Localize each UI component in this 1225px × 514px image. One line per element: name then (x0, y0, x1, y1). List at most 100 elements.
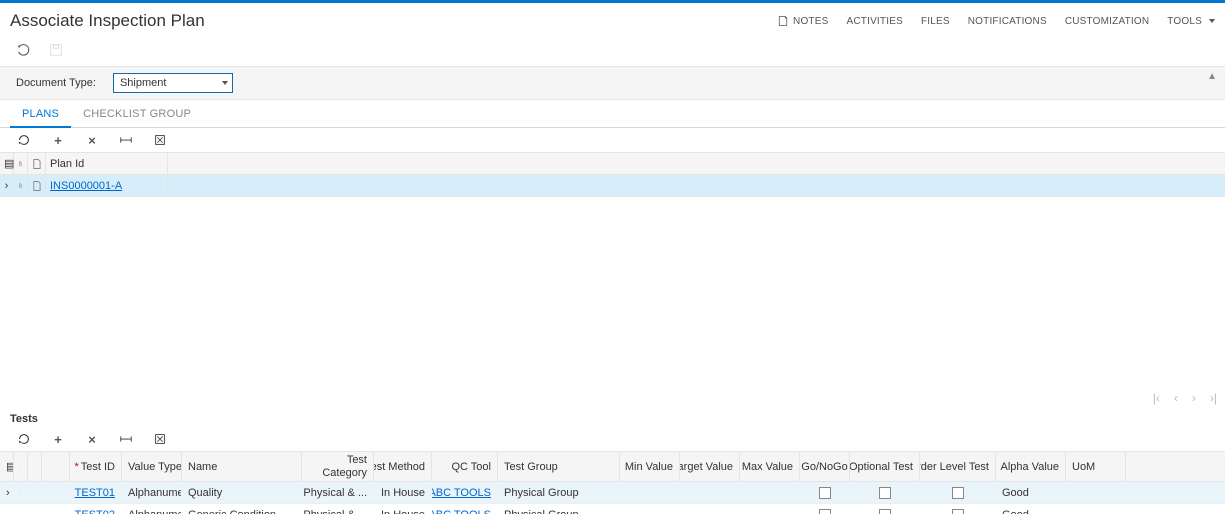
col-uom[interactable]: UoM (1066, 452, 1126, 481)
cell-name: Quality (182, 482, 302, 503)
row-doc[interactable] (28, 175, 46, 196)
doc-icon (34, 487, 35, 499)
col-test-category[interactable]: Test Category (302, 452, 374, 481)
tests-row[interactable]: TEST02 Alphanumeric Generic Condition Ph… (0, 504, 1225, 514)
cell-min-value (620, 482, 680, 503)
col-min-value[interactable]: Min Value (620, 452, 680, 481)
col-target-value[interactable]: Target Value (680, 452, 740, 481)
cell-min-value (620, 504, 680, 514)
col-name[interactable]: Name (182, 452, 302, 481)
row-expand[interactable]: › (0, 175, 14, 196)
pager-first[interactable]: |‹ (1153, 391, 1160, 405)
row-doc[interactable] (28, 482, 42, 503)
tests-title: Tests (0, 409, 1225, 427)
export-icon (153, 133, 167, 147)
activities-link[interactable]: ACTIVITIES (846, 16, 902, 27)
checkbox-icon[interactable] (879, 487, 891, 499)
notes-link[interactable]: NOTES (777, 15, 828, 27)
tests-export-button[interactable] (152, 431, 168, 447)
col-gap (42, 452, 70, 481)
col-doc (28, 452, 42, 481)
col-test-id[interactable]: *Test ID (70, 452, 122, 481)
pager-last[interactable]: ›| (1210, 391, 1217, 405)
col-expand: ▤ (0, 153, 14, 174)
tests-row[interactable]: › TEST01 Alphanumeric Quality Physical &… (0, 482, 1225, 504)
plans-empty-area (0, 197, 1225, 387)
cell-test-id[interactable]: TEST02 (70, 504, 122, 514)
tests-toolbar: + × (0, 427, 1225, 451)
cell-value-type: Alphanumeric (122, 482, 182, 503)
tests-delete-button[interactable]: × (84, 431, 100, 447)
panel-collapse-button[interactable]: ▲ (1207, 71, 1217, 82)
refresh-icon (17, 432, 31, 446)
checkbox-icon[interactable] (952, 509, 964, 514)
cell-alpha-value: Good (996, 504, 1066, 514)
export-button[interactable] (152, 132, 168, 148)
row-attach[interactable] (14, 482, 28, 503)
cell-gonogo[interactable] (800, 504, 850, 514)
cell-qc-tool[interactable]: ABC TOOLS (432, 482, 498, 503)
cell-optional-test[interactable] (850, 504, 920, 514)
tests-header: ▤ *Test ID Value Type Name Test Category… (0, 452, 1225, 482)
pager-next[interactable]: › (1192, 391, 1196, 405)
cell-qc-tool[interactable]: ABC TOOLS (432, 504, 498, 514)
caret-down-icon (1209, 19, 1215, 23)
col-test-method[interactable]: Test Method (374, 452, 432, 481)
col-order-level-test[interactable]: Order Level Test (920, 452, 996, 481)
checkbox-icon[interactable] (819, 509, 831, 514)
cell-target-value (680, 482, 740, 503)
plan-id-cell[interactable]: INS0000001-A (46, 175, 168, 196)
cell-gonogo[interactable] (800, 482, 850, 503)
row-expand[interactable]: › (0, 482, 14, 503)
tests-add-button[interactable]: + (50, 431, 66, 447)
undo-button[interactable] (12, 41, 34, 59)
doc-type-select[interactable]: Shipment (113, 73, 233, 93)
tests-fit-button[interactable] (118, 431, 134, 447)
col-gonogo[interactable]: Go/NoGo (800, 452, 850, 481)
plan-id-link[interactable]: INS0000001-A (50, 180, 122, 192)
undo-icon (16, 43, 30, 57)
cell-optional-test[interactable] (850, 482, 920, 503)
cell-order-level-test[interactable] (920, 482, 996, 503)
cell-uom (1066, 504, 1126, 514)
add-button[interactable]: + (50, 132, 66, 148)
customization-link[interactable]: CUSTOMIZATION (1065, 16, 1149, 27)
row-expand[interactable] (0, 504, 14, 514)
tests-grid: ▤ *Test ID Value Type Name Test Category… (0, 451, 1225, 514)
row-doc[interactable] (28, 504, 42, 514)
row-attach[interactable] (14, 504, 28, 514)
col-value-type[interactable]: Value Type (122, 452, 182, 481)
cell-test-method: In House (374, 482, 432, 503)
checkbox-icon[interactable] (819, 487, 831, 499)
refresh-button[interactable] (16, 132, 32, 148)
col-qc-tool[interactable]: QC Tool (432, 452, 498, 481)
delete-button[interactable]: × (84, 132, 100, 148)
checkbox-icon[interactable] (952, 487, 964, 499)
row-gap (42, 504, 70, 514)
tests-refresh-button[interactable] (16, 431, 32, 447)
plans-row[interactable]: › INS0000001-A (0, 175, 1225, 197)
tools-link[interactable]: TOOLS (1167, 16, 1215, 27)
cell-alpha-value: Good (996, 482, 1066, 503)
fit-button[interactable] (118, 132, 134, 148)
pager-prev[interactable]: ‹ (1174, 391, 1178, 405)
checkbox-icon[interactable] (879, 509, 891, 514)
col-plan-id[interactable]: Plan Id (46, 153, 168, 174)
row-attach[interactable] (14, 175, 28, 196)
files-link[interactable]: FILES (921, 16, 950, 27)
doc-icon (32, 180, 41, 192)
col-alpha-value[interactable]: Alpha Value (996, 452, 1066, 481)
col-max-value[interactable]: Max Value (740, 452, 800, 481)
col-optional-test[interactable]: Optional Test (850, 452, 920, 481)
col-attach (14, 452, 28, 481)
top-toolbar (0, 39, 1225, 66)
notifications-link[interactable]: NOTIFICATIONS (968, 16, 1047, 27)
tab-plans[interactable]: PLANS (10, 100, 71, 128)
col-test-group[interactable]: Test Group (498, 452, 620, 481)
cell-test-id[interactable]: TEST01 (70, 482, 122, 503)
cell-order-level-test[interactable] (920, 504, 996, 514)
save-icon (49, 43, 63, 57)
cell-test-category: Physical & ... (302, 482, 374, 503)
tab-checklist[interactable]: CHECKLIST GROUP (71, 100, 203, 127)
cell-max-value (740, 482, 800, 503)
